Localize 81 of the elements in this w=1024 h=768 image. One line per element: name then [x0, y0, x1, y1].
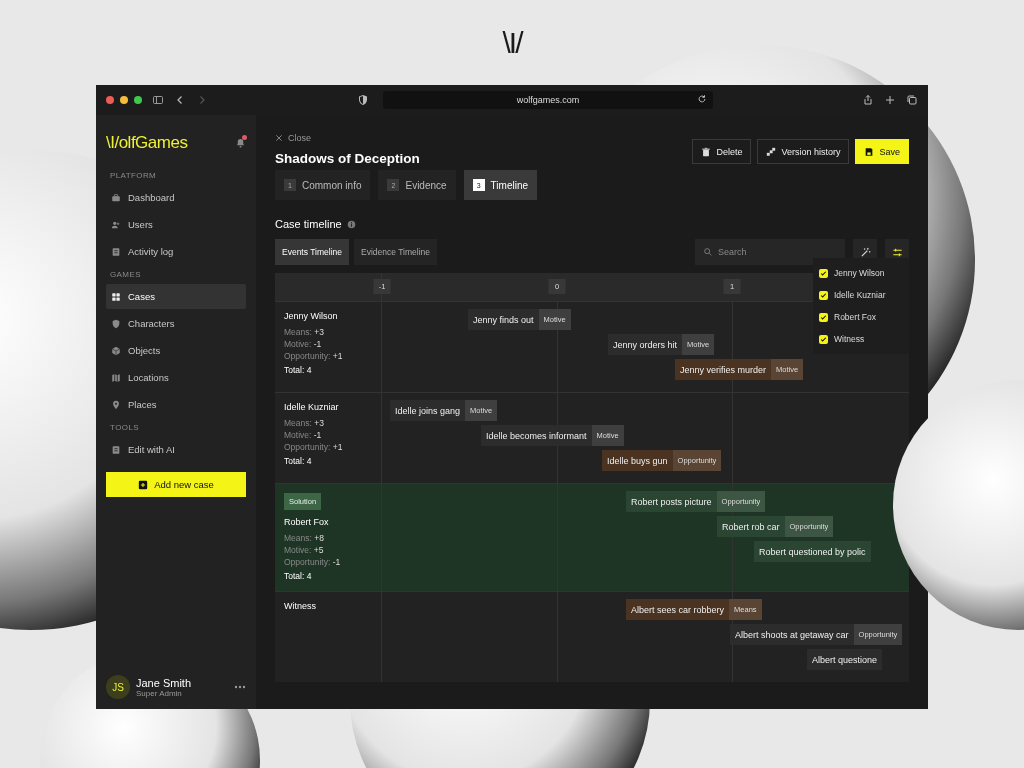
checkbox[interactable]: [819, 268, 828, 278]
cube-icon: [111, 345, 121, 356]
users-icon: [111, 219, 121, 230]
section-label: TOOLS: [110, 423, 140, 432]
event-card[interactable]: Albert questione: [807, 649, 883, 670]
score-text: Means: +3: [284, 327, 325, 337]
filter-icon: [891, 246, 903, 258]
sidebar-item[interactable]: Places: [106, 392, 246, 417]
document-icon: [111, 246, 121, 257]
total-score: Total: 4: [284, 571, 313, 581]
version-history-button[interactable]: Version history: [757, 139, 850, 164]
total-score: Total: 4: [284, 365, 313, 375]
event-card[interactable]: Robert questioned by polic: [754, 541, 871, 562]
shield-icon: [111, 318, 121, 329]
score-text: Motive: +5: [284, 545, 325, 555]
user-name: Jane Smith: [136, 676, 193, 689]
address-bar[interactable]: wolfgames.com: [383, 91, 713, 109]
checkbox[interactable]: [819, 334, 828, 344]
more-icon[interactable]: [234, 685, 246, 689]
section-title: Case timeline: [275, 218, 342, 230]
checkbox[interactable]: [819, 290, 828, 300]
score-text: Opportunity: +1: [284, 442, 344, 452]
page-title: Shadows of Deception: [275, 151, 420, 166]
character-name: Witness: [284, 601, 317, 611]
sidebar-item[interactable]: Locations: [106, 365, 246, 390]
nodes-icon: [766, 146, 777, 157]
document-icon: [111, 444, 121, 455]
section-label: GAMES: [110, 270, 142, 279]
score-text: Means: +8: [284, 533, 325, 543]
briefcase-icon: [111, 192, 121, 203]
score-text: Means: +3: [284, 418, 325, 428]
close-icon: [275, 134, 283, 142]
checkbox[interactable]: [819, 312, 828, 322]
view-tab[interactable]: Evidence Timeline: [354, 239, 437, 265]
tabs-icon: [906, 94, 918, 106]
save-button[interactable]: Save: [855, 139, 909, 164]
share-icon: [862, 94, 874, 106]
plus-square-icon: [138, 479, 149, 490]
score-text: Motive: -1: [284, 430, 323, 440]
magic-wand-icon: [859, 246, 871, 258]
trash-icon: [701, 146, 712, 157]
close-window-dot[interactable]: [106, 96, 114, 104]
sidebar-item[interactable]: Cases: [106, 284, 246, 309]
character-name: Robert Fox: [284, 517, 330, 527]
sidebar-item[interactable]: Characters: [106, 311, 246, 336]
zoom-window-dot[interactable]: [134, 96, 142, 104]
view-tab[interactable]: Events Timeline: [275, 239, 349, 265]
score-text: Opportunity: +1: [284, 351, 344, 361]
character-name: Idelle Kuzniar: [284, 402, 340, 412]
sidebar-item[interactable]: Dashboard: [106, 185, 246, 210]
filter-option[interactable]: Jenny Wilson: [819, 262, 903, 284]
map-icon: [111, 372, 121, 383]
sidebar-item[interactable]: Activity log: [106, 239, 246, 264]
sidebar-item[interactable]: Edit with AI: [106, 437, 246, 462]
section-label: PLATFORM: [110, 171, 158, 180]
wolfgames-logo: \I/olfGames: [106, 133, 188, 153]
info-icon: [346, 219, 356, 229]
brand-mark: \I/: [502, 25, 522, 61]
score-text: Opportunity: -1: [284, 557, 342, 567]
filter-option[interactable]: Witness: [819, 328, 903, 350]
sidebar-item[interactable]: Objects: [106, 338, 246, 363]
add-new-case-button[interactable]: Add new case: [106, 472, 246, 497]
shield-icon: [357, 94, 369, 106]
character-name: Jenny Wilson: [284, 311, 339, 321]
pin-icon: [111, 399, 121, 410]
filter-option[interactable]: Idelle Kuzniar: [819, 284, 903, 306]
sidebar-icon: [152, 94, 164, 106]
filter-option[interactable]: Robert Fox: [819, 306, 903, 328]
search-field[interactable]: Search: [695, 239, 845, 265]
minimize-window-dot[interactable]: [120, 96, 128, 104]
score-text: Motive: -1: [284, 339, 323, 349]
user-avatar: JS: [106, 675, 130, 699]
reload-icon: [697, 94, 707, 104]
delete-button[interactable]: Delete: [692, 139, 752, 164]
search-icon: [703, 247, 713, 257]
user-role: Super Admin: [136, 688, 183, 698]
notification-bell-icon[interactable]: [235, 137, 246, 149]
plus-icon: [884, 94, 896, 106]
total-score: Total: 4: [284, 456, 313, 466]
sidebar-item[interactable]: Users: [106, 212, 246, 237]
grid-icon: [111, 291, 121, 302]
